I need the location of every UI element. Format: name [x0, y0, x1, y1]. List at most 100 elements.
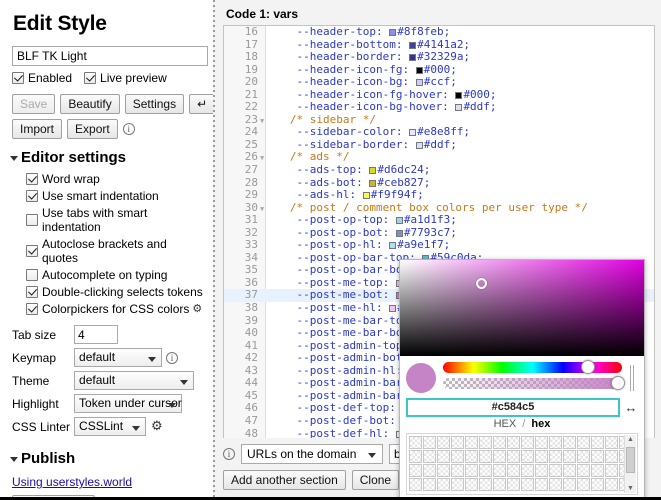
- palette-swatch[interactable]: [549, 464, 562, 477]
- saturation-value-field[interactable]: [400, 260, 644, 356]
- palette-swatch[interactable]: [577, 436, 590, 449]
- palette-swatch[interactable]: [549, 436, 562, 449]
- inline-color-swatch[interactable]: [415, 66, 423, 74]
- hue-slider[interactable]: [443, 360, 622, 374]
- inline-color-swatch[interactable]: [455, 104, 463, 112]
- editor-option-checkbox[interactable]: [26, 245, 38, 257]
- inline-color-swatch[interactable]: [409, 54, 417, 62]
- swatch-scrollbar-thumb[interactable]: [626, 447, 635, 473]
- palette-swatch[interactable]: [535, 464, 548, 477]
- palette-swatch[interactable]: [591, 436, 604, 449]
- info-icon[interactable]: i: [122, 123, 135, 135]
- settings-button[interactable]: Settings: [124, 94, 185, 114]
- applies-to-info-icon[interactable]: i: [223, 448, 235, 460]
- editor-option-row[interactable]: Use smart indentation: [26, 189, 205, 203]
- keymap-select[interactable]: default: [74, 348, 163, 367]
- palette-swatch[interactable]: [423, 464, 436, 477]
- palette-swatch[interactable]: [465, 464, 478, 477]
- editor-option-row[interactable]: Colorpickers for CSS colors ⚙: [26, 302, 205, 316]
- palette-swatch[interactable]: [479, 436, 492, 449]
- export-button[interactable]: Export: [67, 119, 118, 139]
- inline-color-swatch[interactable]: [415, 79, 423, 87]
- live-preview-checkbox[interactable]: [84, 72, 97, 84]
- editor-option-row[interactable]: Use tabs with smart indentation: [26, 206, 205, 234]
- palette-swatch[interactable]: [493, 436, 506, 449]
- applies-to-select[interactable]: URLs on the domain: [241, 444, 383, 464]
- palette-swatch[interactable]: [437, 478, 450, 491]
- palette-swatch[interactable]: [507, 464, 520, 477]
- save-button[interactable]: Save: [12, 94, 56, 114]
- palette-swatch[interactable]: [479, 450, 492, 463]
- hex-upper-option[interactable]: HEX: [494, 418, 517, 430]
- palette-swatch[interactable]: [577, 478, 590, 491]
- palette-swatch[interactable]: [591, 478, 604, 491]
- palette-swatch[interactable]: [591, 464, 604, 477]
- scroll-down-icon[interactable]: ▼: [627, 485, 634, 492]
- swatch-scrollbar[interactable]: ▲ ▼: [624, 435, 636, 493]
- saturation-value-cursor[interactable]: [475, 278, 487, 290]
- editor-option-checkbox[interactable]: [26, 190, 38, 202]
- palette-swatch[interactable]: [605, 450, 618, 463]
- hue-slider-knob[interactable]: [580, 360, 595, 374]
- palette-swatch[interactable]: [577, 450, 590, 463]
- inline-color-swatch[interactable]: [409, 129, 417, 137]
- editor-option-checkbox[interactable]: [26, 269, 38, 281]
- palette-swatch[interactable]: [409, 436, 422, 449]
- palette-swatch[interactable]: [591, 450, 604, 463]
- inline-color-swatch[interactable]: [409, 41, 417, 49]
- palette-swatch[interactable]: [479, 464, 492, 477]
- palette-swatch[interactable]: [465, 436, 478, 449]
- palette-swatch[interactable]: [493, 478, 506, 491]
- palette-swatch[interactable]: [409, 478, 422, 491]
- beautify-button[interactable]: Beautify: [60, 94, 120, 114]
- editor-option-checkbox[interactable]: [26, 286, 38, 298]
- palette-swatch[interactable]: [451, 464, 464, 477]
- palette-swatch[interactable]: [493, 464, 506, 477]
- inline-color-swatch[interactable]: [369, 179, 377, 187]
- keymap-info-icon[interactable]: i: [166, 352, 179, 364]
- inline-color-swatch[interactable]: [415, 141, 423, 149]
- swatch-palette[interactable]: ▲ ▼: [406, 433, 638, 495]
- palette-swatch[interactable]: [507, 450, 520, 463]
- palette-swatch[interactable]: [535, 436, 548, 449]
- inline-color-swatch[interactable]: [455, 91, 463, 99]
- style-name-input[interactable]: [12, 46, 208, 66]
- editor-option-row[interactable]: Double-clicking selects tokens: [26, 285, 205, 299]
- inline-color-swatch[interactable]: [362, 192, 370, 200]
- palette-swatch[interactable]: [451, 478, 464, 491]
- palette-swatch[interactable]: [535, 450, 548, 463]
- palette-swatch[interactable]: [563, 464, 576, 477]
- highlight-select[interactable]: Token under cursor: [74, 394, 183, 413]
- palette-swatch[interactable]: [563, 436, 576, 449]
- palette-swatch[interactable]: [423, 436, 436, 449]
- palette-swatch[interactable]: [577, 464, 590, 477]
- palette-swatch[interactable]: [605, 436, 618, 449]
- palette-swatch[interactable]: [521, 450, 534, 463]
- palette-swatch[interactable]: [451, 450, 464, 463]
- palette-swatch[interactable]: [549, 450, 562, 463]
- palette-swatch[interactable]: [507, 436, 520, 449]
- hex-format-toggle[interactable]: HEX / hex: [400, 417, 644, 433]
- palette-swatch[interactable]: [563, 450, 576, 463]
- hex-lower-option[interactable]: hex: [531, 418, 550, 430]
- palette-swatch[interactable]: [479, 478, 492, 491]
- palette-swatch[interactable]: [437, 436, 450, 449]
- palette-swatch[interactable]: [605, 464, 618, 477]
- editor-option-checkbox[interactable]: [26, 303, 38, 315]
- publish-heading[interactable]: Publish: [10, 450, 205, 467]
- palette-swatch[interactable]: [437, 450, 450, 463]
- palette-swatch[interactable]: [465, 478, 478, 491]
- palette-swatch[interactable]: [507, 478, 520, 491]
- inline-color-swatch[interactable]: [395, 229, 403, 237]
- palette-swatch[interactable]: [451, 436, 464, 449]
- inline-color-swatch[interactable]: [389, 305, 397, 313]
- drag-grip-icon[interactable]: [629, 365, 638, 391]
- import-button[interactable]: Import: [12, 119, 63, 139]
- color-picker-popup[interactable]: #c584c5 ↔ HEX / hex ▲ ▼: [399, 259, 645, 500]
- palette-swatch[interactable]: [521, 478, 534, 491]
- inline-color-swatch[interactable]: [389, 29, 397, 36]
- palette-swatch[interactable]: [437, 464, 450, 477]
- css-linter-gear-icon[interactable]: ⚙: [151, 419, 163, 432]
- palette-swatch[interactable]: [521, 436, 534, 449]
- enabled-checkbox[interactable]: [12, 72, 24, 84]
